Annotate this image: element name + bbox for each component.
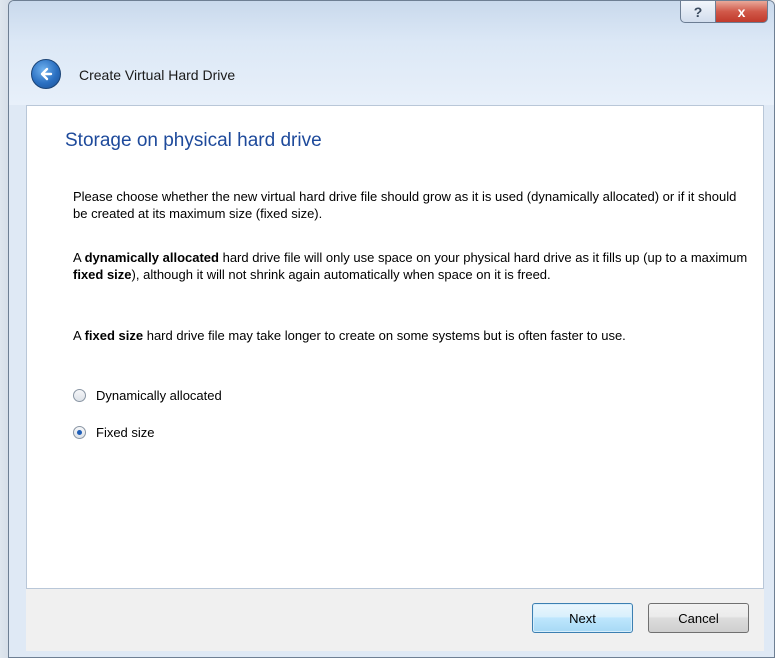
help-button[interactable]: ? [680,1,716,23]
intro-paragraph: Please choose whether the new virtual ha… [73,189,737,221]
bold-term: dynamically allocated [84,250,219,265]
close-button[interactable]: x [716,1,768,23]
text-segment: A [73,250,85,265]
radio-button[interactable] [73,426,86,439]
text-segment: hard drive file may take longer to creat… [143,328,626,343]
close-icon: x [737,3,746,20]
back-button[interactable] [31,59,61,89]
text-segment: A [73,328,85,343]
wizard-page: Storage on physical hard drive Please ch… [26,105,764,589]
radio-dynamically-allocated[interactable]: Dynamically allocated [73,388,222,403]
radio-label: Fixed size [96,425,155,440]
text-segment: ), although it will not shrink again aut… [131,267,551,282]
radio-button[interactable] [73,389,86,402]
cancel-button[interactable]: Cancel [648,603,749,633]
radio-fixed-size[interactable]: Fixed size [73,425,155,440]
text-segment: hard drive file will only use space on y… [218,250,748,265]
button-bar: Next Cancel [26,589,764,651]
next-button[interactable]: Next [532,603,633,633]
radio-label: Dynamically allocated [96,388,222,403]
arrow-left-icon [40,67,53,81]
title-bar-buttons: ? x [680,1,768,27]
window-chrome [9,1,774,105]
dialog-title: Create Virtual Hard Drive [79,67,236,83]
page-title: Storage on physical hard drive [65,130,322,151]
wizard-window: ? x Create Virtual Hard Drive Storage on… [8,0,775,658]
question-icon: ? [693,3,703,20]
dynamic-description: A dynamically allocated hard drive file … [73,249,753,283]
bold-term: fixed size [84,328,144,343]
fixed-description: A fixed size hard drive file may take lo… [73,327,753,344]
bold-term: fixed size [73,267,132,282]
